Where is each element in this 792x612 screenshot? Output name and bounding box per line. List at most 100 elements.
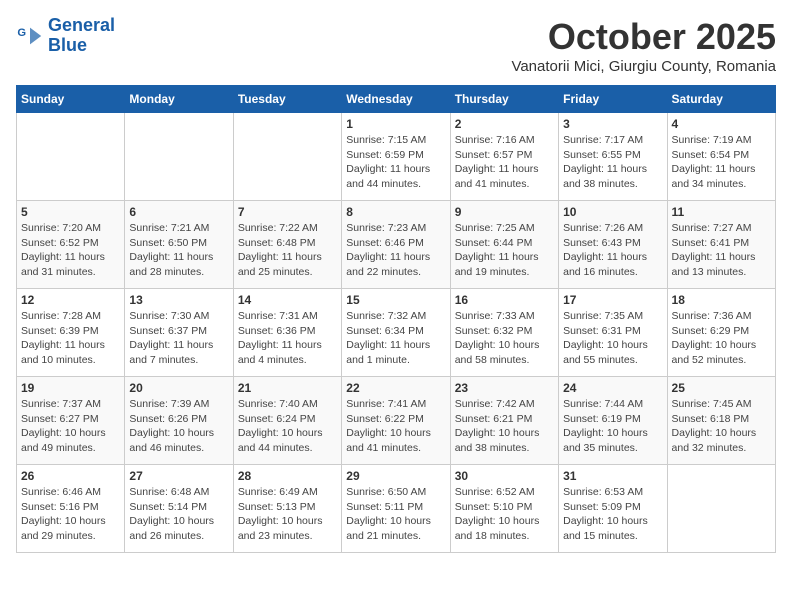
calendar-cell: 30Sunrise: 6:52 AM Sunset: 5:10 PM Dayli… xyxy=(450,465,558,553)
month-title: October 2025 xyxy=(511,16,776,58)
day-number: 25 xyxy=(672,381,771,395)
day-number: 13 xyxy=(129,293,228,307)
day-info: Sunrise: 7:37 AM Sunset: 6:27 PM Dayligh… xyxy=(21,397,120,456)
day-number: 28 xyxy=(238,469,337,483)
day-number: 5 xyxy=(21,205,120,219)
calendar-cell: 1 Sunrise: 7:15 AM Sunset: 6:59 PM Daylig… xyxy=(342,113,450,201)
calendar-cell: 18 Sunrise: 7:36 AM Sunset: 6:29 PM Dayli… xyxy=(667,289,775,377)
day-info: Sunrise: 7:22 AM Sunset: 6:48 PM Dayligh… xyxy=(238,221,337,280)
calendar-week-row: 19 Sunrise: 7:37 AM Sunset: 6:27 PM Dayli… xyxy=(17,377,776,465)
calendar-cell: 23 Sunrise: 7:42 AM Sunset: 6:21 PM Dayli… xyxy=(450,377,558,465)
day-info: Sunrise: 7:28 AM Sunset: 6:39 PM Dayligh… xyxy=(21,309,120,368)
day-number: 8 xyxy=(346,205,445,219)
logo-general: General xyxy=(48,15,115,35)
weekday-header-friday: Friday xyxy=(559,86,667,113)
day-info: Sunrise: 7:27 AM Sunset: 6:41 PM Dayligh… xyxy=(672,221,771,280)
day-number: 3 xyxy=(563,117,662,131)
day-number: 19 xyxy=(21,381,120,395)
logo-blue: Blue xyxy=(48,35,87,55)
day-number: 23 xyxy=(455,381,554,395)
calendar-cell xyxy=(17,113,125,201)
day-info: Sunrise: 7:23 AM Sunset: 6:46 PM Dayligh… xyxy=(346,221,445,280)
day-info: Sunrise: 7:26 AM Sunset: 6:43 PM Dayligh… xyxy=(563,221,662,280)
calendar-cell: 21 Sunrise: 7:40 AM Sunset: 6:24 PM Dayli… xyxy=(233,377,341,465)
svg-text:G: G xyxy=(17,27,26,39)
day-number: 16 xyxy=(455,293,554,307)
calendar-cell xyxy=(233,113,341,201)
day-number: 22 xyxy=(346,381,445,395)
calendar-cell: 12Sunrise: 7:28 AM Sunset: 6:39 PM Dayli… xyxy=(17,289,125,377)
day-info: Sunrise: 7:15 AM Sunset: 6:59 PM Dayligh… xyxy=(346,133,445,192)
day-info: Sunrise: 7:16 AM Sunset: 6:57 PM Dayligh… xyxy=(455,133,554,192)
day-info: Sunrise: 6:53 AM Sunset: 5:09 PM Dayligh… xyxy=(563,485,662,544)
calendar-cell: 31 Sunrise: 6:53 AM Sunset: 5:09 PM Dayli… xyxy=(559,465,667,553)
day-number: 17 xyxy=(563,293,662,307)
day-info: Sunrise: 6:46 AM Sunset: 5:16 PM Dayligh… xyxy=(21,485,120,544)
location-subtitle: Vanatorii Mici, Giurgiu County, Romania xyxy=(511,58,776,75)
day-number: 24 xyxy=(563,381,662,395)
day-number: 14 xyxy=(238,293,337,307)
calendar-cell: 20 Sunrise: 7:39 AM Sunset: 6:26 PM Dayli… xyxy=(125,377,233,465)
day-number: 29 xyxy=(346,469,445,483)
calendar-cell: 11 Sunrise: 7:27 AM Sunset: 6:41 PM Dayli… xyxy=(667,201,775,289)
day-info: Sunrise: 7:25 AM Sunset: 6:44 PM Dayligh… xyxy=(455,221,554,280)
day-number: 21 xyxy=(238,381,337,395)
day-info: Sunrise: 7:42 AM Sunset: 6:21 PM Dayligh… xyxy=(455,397,554,456)
weekday-header-row: SundayMondayTuesdayWednesdayThursdayFrid… xyxy=(17,86,776,113)
day-number: 18 xyxy=(672,293,771,307)
weekday-header-monday: Monday xyxy=(125,86,233,113)
calendar-cell: 6 Sunrise: 7:21 AM Sunset: 6:50 PM Daylig… xyxy=(125,201,233,289)
day-number: 6 xyxy=(129,205,228,219)
calendar-cell: 13 Sunrise: 7:30 AM Sunset: 6:37 PM Dayli… xyxy=(125,289,233,377)
day-info: Sunrise: 6:49 AM Sunset: 5:13 PM Dayligh… xyxy=(238,485,337,544)
calendar-cell: 26 Sunrise: 6:46 AM Sunset: 5:16 PM Dayli… xyxy=(17,465,125,553)
day-info: Sunrise: 7:30 AM Sunset: 6:37 PM Dayligh… xyxy=(129,309,228,368)
day-number: 7 xyxy=(238,205,337,219)
day-info: Sunrise: 6:50 AM Sunset: 5:11 PM Dayligh… xyxy=(346,485,445,544)
day-number: 4 xyxy=(672,117,771,131)
calendar-cell: 28 Sunrise: 6:49 AM Sunset: 5:13 PM Dayli… xyxy=(233,465,341,553)
calendar-cell: 5Sunrise: 7:20 AM Sunset: 6:52 PM Daylig… xyxy=(17,201,125,289)
day-info: Sunrise: 7:41 AM Sunset: 6:22 PM Dayligh… xyxy=(346,397,445,456)
day-info: Sunrise: 7:39 AM Sunset: 6:26 PM Dayligh… xyxy=(129,397,228,456)
day-info: Sunrise: 7:32 AM Sunset: 6:34 PM Dayligh… xyxy=(346,309,445,368)
calendar-cell: 15Sunrise: 7:32 AM Sunset: 6:34 PM Dayli… xyxy=(342,289,450,377)
day-number: 20 xyxy=(129,381,228,395)
calendar-cell: 9 Sunrise: 7:25 AM Sunset: 6:44 PM Daylig… xyxy=(450,201,558,289)
calendar-cell: 10Sunrise: 7:26 AM Sunset: 6:43 PM Dayli… xyxy=(559,201,667,289)
calendar-week-row: 12Sunrise: 7:28 AM Sunset: 6:39 PM Dayli… xyxy=(17,289,776,377)
logo-icon: G xyxy=(16,22,44,50)
logo-text: General Blue xyxy=(48,16,115,56)
day-number: 1 xyxy=(346,117,445,131)
calendar-cell: 25Sunrise: 7:45 AM Sunset: 6:18 PM Dayli… xyxy=(667,377,775,465)
calendar-week-row: 1 Sunrise: 7:15 AM Sunset: 6:59 PM Daylig… xyxy=(17,113,776,201)
day-number: 30 xyxy=(455,469,554,483)
calendar-cell: 3Sunrise: 7:17 AM Sunset: 6:55 PM Daylig… xyxy=(559,113,667,201)
calendar-table: SundayMondayTuesdayWednesdayThursdayFrid… xyxy=(16,85,776,553)
weekday-header-thursday: Thursday xyxy=(450,86,558,113)
calendar-cell: 27Sunrise: 6:48 AM Sunset: 5:14 PM Dayli… xyxy=(125,465,233,553)
day-number: 9 xyxy=(455,205,554,219)
day-info: Sunrise: 7:19 AM Sunset: 6:54 PM Dayligh… xyxy=(672,133,771,192)
calendar-cell: 2Sunrise: 7:16 AM Sunset: 6:57 PM Daylig… xyxy=(450,113,558,201)
day-number: 31 xyxy=(563,469,662,483)
day-number: 11 xyxy=(672,205,771,219)
calendar-week-row: 26 Sunrise: 6:46 AM Sunset: 5:16 PM Dayli… xyxy=(17,465,776,553)
day-info: Sunrise: 7:21 AM Sunset: 6:50 PM Dayligh… xyxy=(129,221,228,280)
day-info: Sunrise: 7:36 AM Sunset: 6:29 PM Dayligh… xyxy=(672,309,771,368)
day-number: 27 xyxy=(129,469,228,483)
day-info: Sunrise: 7:44 AM Sunset: 6:19 PM Dayligh… xyxy=(563,397,662,456)
day-info: Sunrise: 7:40 AM Sunset: 6:24 PM Dayligh… xyxy=(238,397,337,456)
calendar-week-row: 5Sunrise: 7:20 AM Sunset: 6:52 PM Daylig… xyxy=(17,201,776,289)
day-number: 26 xyxy=(21,469,120,483)
calendar-cell: 8 Sunrise: 7:23 AM Sunset: 6:46 PM Daylig… xyxy=(342,201,450,289)
calendar-cell: 24 Sunrise: 7:44 AM Sunset: 6:19 PM Dayli… xyxy=(559,377,667,465)
weekday-header-wednesday: Wednesday xyxy=(342,86,450,113)
calendar-cell xyxy=(667,465,775,553)
calendar-cell xyxy=(125,113,233,201)
calendar-cell: 7 Sunrise: 7:22 AM Sunset: 6:48 PM Daylig… xyxy=(233,201,341,289)
weekday-header-tuesday: Tuesday xyxy=(233,86,341,113)
day-info: Sunrise: 7:33 AM Sunset: 6:32 PM Dayligh… xyxy=(455,309,554,368)
weekday-header-saturday: Saturday xyxy=(667,86,775,113)
weekday-header-sunday: Sunday xyxy=(17,86,125,113)
